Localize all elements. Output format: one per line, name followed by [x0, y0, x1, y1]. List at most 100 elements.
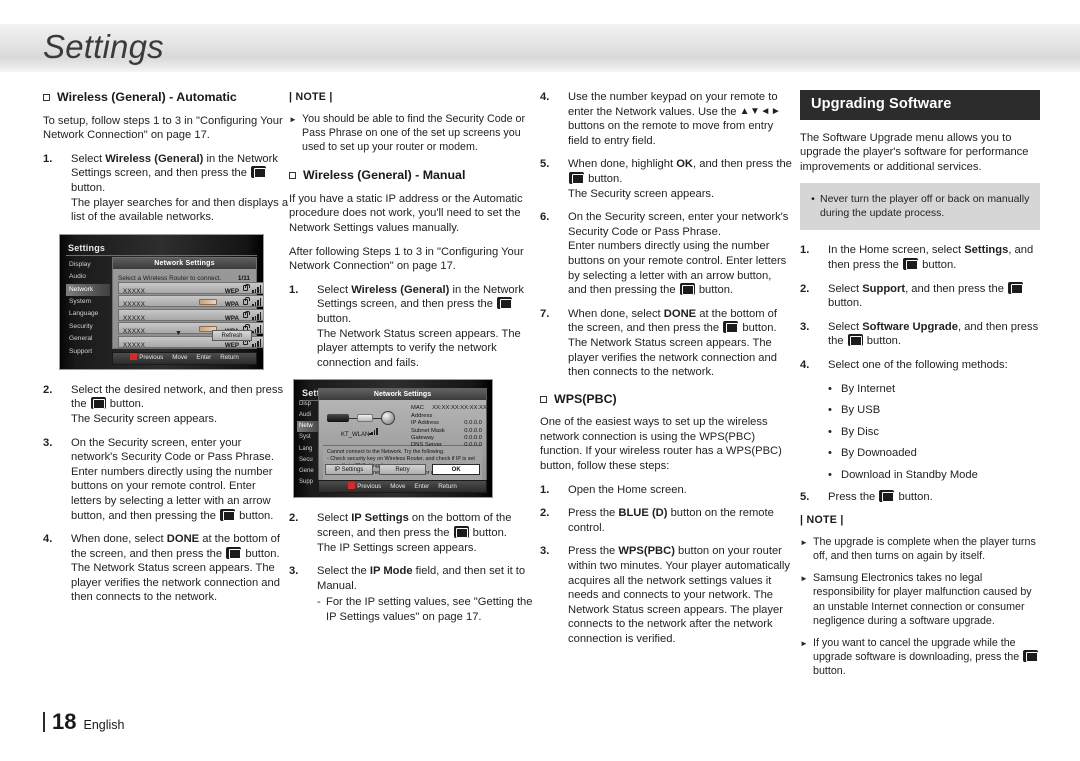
step-line: When done, highlight OK, and then press …: [568, 158, 792, 185]
step-line: The Security screen appears.: [71, 412, 218, 425]
tv-ip-info: MAC Address XX:XX:XX:XX:XX:XX IP Address 0.…: [411, 405, 487, 449]
step-number: 2.: [289, 512, 299, 525]
step-number: 2.: [540, 507, 550, 520]
enter-button-icon: [569, 171, 584, 184]
tv-info-label: MAC Address: [411, 405, 433, 419]
col4-note-list: ► The upgrade is complete when the player…: [800, 535, 1040, 679]
upgrade-method-item: • By Downoaded: [800, 446, 1040, 461]
tv-panel: Network Settings Select a Wireless Route…: [112, 256, 263, 349]
lock-icon: [243, 310, 250, 319]
tv-signal-strip: [199, 299, 217, 306]
enter-button-icon: [879, 489, 895, 502]
tv-footer-hint: Enter: [196, 353, 212, 361]
step-number: 5.: [540, 158, 550, 171]
tv-info-row: DNS Server 0.0.0.0: [411, 442, 482, 449]
upgrade-method-label: By Internet: [841, 382, 896, 395]
upgrading-software-heading: Upgrading Software: [800, 90, 1040, 120]
column-3: 4. Use the number keypad on your remote t…: [540, 90, 792, 656]
dash-bullet-icon: -: [317, 596, 321, 609]
section-heading-label: Wireless (General) - Manual: [303, 168, 466, 183]
step-line: When done, select DONE at the bottom of …: [71, 533, 280, 604]
tv-sidebar-item-support: Support: [69, 347, 93, 355]
bullet-dot-icon: •: [828, 425, 832, 438]
tv-sidebar-item-system: System: [69, 298, 91, 306]
col3-wps-step-1: 1. Open the Home screen.: [540, 483, 792, 498]
tv-dialog: Network Settings KT_WLAN MAC Address XX:X…: [318, 388, 487, 494]
upgrade-method-label: By Downoaded: [841, 447, 917, 460]
tv-info-label: IP Address: [411, 420, 439, 427]
upgrade-method-item: • By Internet: [800, 382, 1040, 397]
tv-network-row: XXXXXWPA: [118, 295, 263, 308]
step-line: On the Security screen, enter your netwo…: [71, 436, 274, 464]
step-line: Press the button.: [828, 489, 933, 503]
page-title: Settings: [43, 28, 164, 65]
key-badge-icon: [348, 481, 356, 489]
step-number: 4.: [540, 91, 550, 103]
step-line: Use the number keypad on your remote to …: [568, 91, 782, 147]
sub-step: - For the IP setting values, see "Gettin…: [317, 595, 535, 624]
col4-step-5: 5. Press the button.: [800, 489, 1040, 505]
step-number: 3.: [43, 436, 53, 449]
screenshot-network-settings-list: Settings Display Audio Network System Langua…: [59, 233, 264, 370]
col2-step-3: 3. Select the IP Mode field, and then se…: [289, 564, 535, 624]
tv-info-value: 0.0.0.0: [464, 442, 482, 449]
bullet-dot-icon: •: [828, 468, 832, 481]
note-label-col4: | NOTE |: [800, 514, 844, 527]
tv-info-row: MAC Address XX:XX:XX:XX:XX:XX: [411, 405, 487, 420]
note-label-col2: | NOTE |: [289, 91, 333, 103]
tv-dialog-button-retry: Retry: [378, 464, 427, 476]
tv-sidebar-item-audio: Audio: [69, 273, 86, 281]
signal-bars-icon: [369, 428, 378, 436]
enter-button-icon: [1008, 281, 1024, 294]
upgrade-method-item: • Download in Standby Mode: [800, 468, 1040, 483]
tv-sidebar: Display Audio Network System Language Securit…: [66, 259, 110, 358]
note-item: ► You should be able to find the Security…: [289, 112, 535, 155]
key-badge-icon: [130, 352, 138, 360]
screenshot-network-status-dialog: Settings DispAudiNetwSystLangSecuGeneSup…: [293, 379, 493, 499]
tv-footer-hint: Previous: [348, 480, 381, 495]
section-heading-wps-pbc: WPS(PBC): [540, 392, 792, 407]
signal-bars-icon: [252, 311, 262, 320]
enter-button-icon: [847, 334, 863, 347]
internet-globe-icon: [381, 411, 395, 426]
col2-step-2: 2. Select IP Settings on the bottom of th…: [289, 511, 535, 555]
step-line: Select IP Settings on the bottom of the …: [317, 512, 512, 539]
triangle-bullet-icon: ►: [289, 114, 297, 124]
enter-button-icon: [226, 546, 242, 559]
upgrade-method-label: Download in Standby Mode: [841, 468, 978, 481]
square-bullet-icon: [43, 94, 50, 101]
col2-step-1: 1. Select Wireless (General) in the Netwo…: [289, 283, 535, 371]
col4-intro: The Software Upgrade menu allows you to …: [800, 131, 1029, 173]
tv-network-row: XXXXX WEP: [118, 281, 263, 295]
tv-footer-hints: Previous Move Enter Return: [112, 351, 257, 365]
lock-icon: [243, 283, 250, 292]
tv-footer-hint: Return: [438, 482, 457, 490]
step-number: 5.: [800, 490, 810, 503]
tv-info-label: Subnet Mask: [411, 427, 445, 434]
enter-button-icon: [251, 166, 267, 179]
page-footer: 18 English: [43, 709, 124, 735]
tv-footer-hint: Enter: [414, 482, 430, 490]
enter-button-icon: [90, 397, 106, 410]
step-line: When done, select DONE at the bottom of …: [568, 307, 777, 379]
tv-info-row: Gateway 0.0.0.0: [411, 435, 482, 442]
col2-intro-2: After following Steps 1 to 3 in "Configu…: [289, 245, 524, 273]
upgrade-method-label: By Disc: [841, 425, 879, 438]
caution-box: • Never turn the player off or back on m…: [800, 183, 1040, 231]
caution-text: Never turn the player off or back on man…: [820, 193, 1030, 220]
tv-sidebar-item-language: Language: [69, 310, 99, 318]
tv-sidebar-item-security: Security: [69, 322, 93, 330]
tv-error-line: Cannot connect to the Network. Try the f…: [327, 449, 445, 456]
tv-dialog-button-ok: OK: [432, 464, 481, 476]
upgrade-method-label: By USB: [841, 404, 881, 417]
tv-sidebar-item-general: General: [69, 335, 93, 343]
step-number: 2.: [800, 282, 810, 295]
note-text: The upgrade is complete when the player …: [813, 535, 1036, 562]
step-line: Select the desired network, and then pre…: [71, 383, 284, 411]
step-line: Select the IP Mode field, and then set i…: [317, 565, 526, 592]
column-2: | NOTE | ► You should be able to find the…: [289, 90, 535, 633]
bullet-dot-icon: •: [828, 404, 832, 417]
router-device-icon: [357, 414, 373, 423]
tv-dialog-buttons: IP Settings Retry OK: [325, 464, 481, 476]
sub-step-text: For the IP setting values, see "Getting …: [326, 596, 533, 623]
